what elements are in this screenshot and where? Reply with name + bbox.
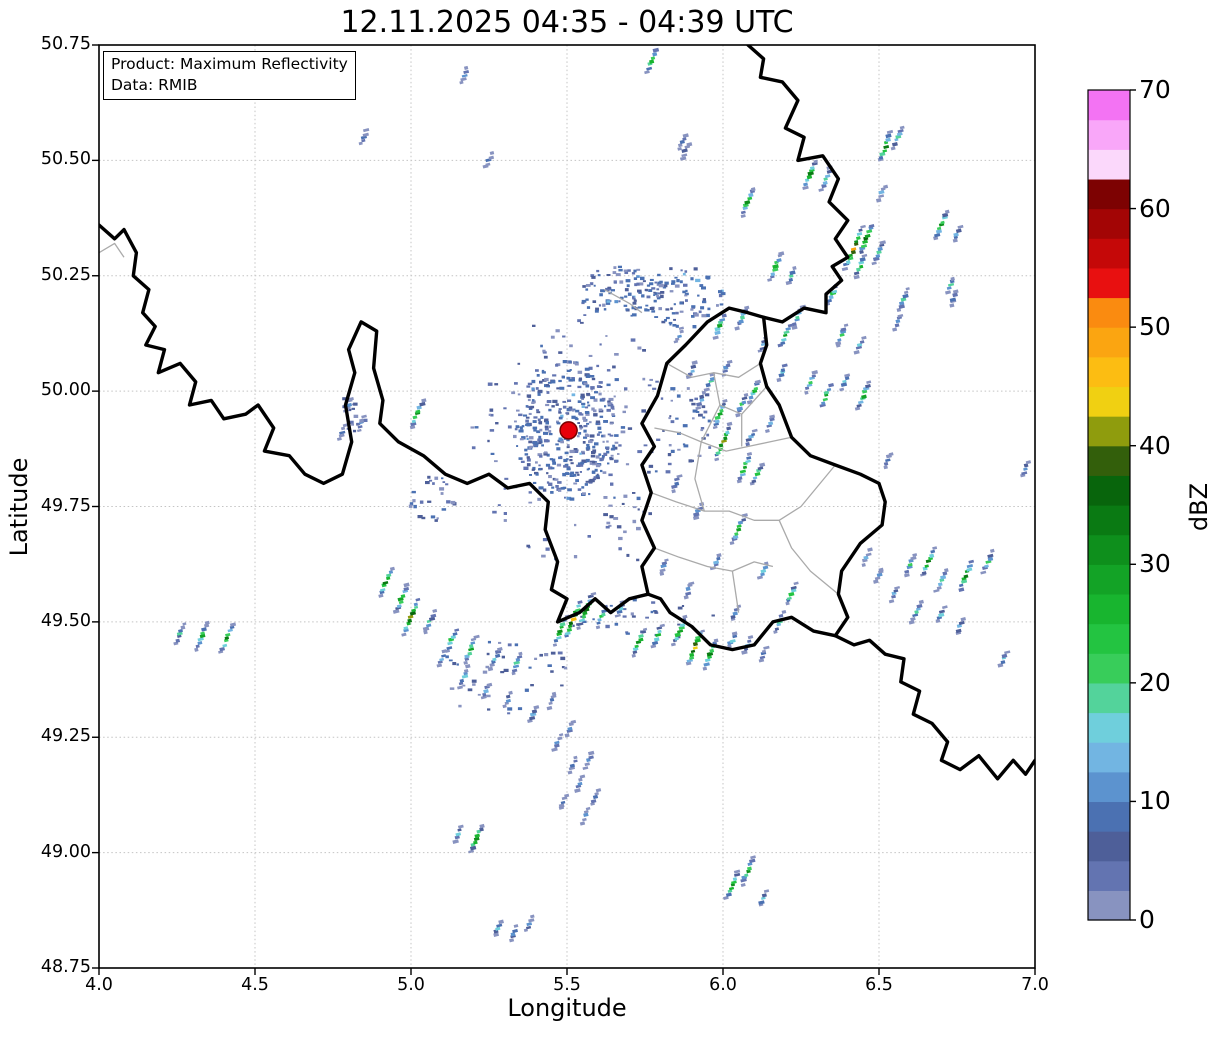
axis-ticks <box>92 45 1035 975</box>
product-line: Product: Maximum Reflectivity <box>111 54 348 75</box>
colorbar-tick-label: 20 <box>1139 668 1209 697</box>
y-tick-label: 49.25 <box>28 726 91 746</box>
x-tick-label: 5.5 <box>535 975 599 995</box>
x-tick-label: 4.0 <box>67 975 131 995</box>
colorbar-label: dBZ <box>1185 452 1215 562</box>
radar-map-plot <box>0 0 1219 1040</box>
product-annotation-box: Product: Maximum Reflectivity Data: RMIB <box>103 51 356 100</box>
colorbar-tick-label: 60 <box>1139 194 1209 223</box>
y-tick-label: 50.50 <box>28 149 91 169</box>
radar-site-marker <box>560 422 577 439</box>
data-source-line: Data: RMIB <box>111 75 348 96</box>
gridlines <box>99 45 1035 968</box>
colorbar-tick-label: 30 <box>1139 549 1209 578</box>
colorbar-tick-label: 40 <box>1139 431 1209 460</box>
x-tick-label: 5.0 <box>379 975 443 995</box>
figure-title: 12.11.2025 04:35 - 04:39 UTC <box>99 5 1035 40</box>
y-tick-label: 50.25 <box>28 265 91 285</box>
y-tick-label: 49.50 <box>28 611 91 631</box>
radar-echoes <box>173 48 1031 943</box>
colorbar-tick-label: 10 <box>1139 786 1209 815</box>
y-tick-label: 50.75 <box>28 34 91 54</box>
x-tick-label: 6.0 <box>691 975 755 995</box>
colorbar-tick-label: 0 <box>1139 905 1209 934</box>
y-tick-label: 49.00 <box>28 842 91 862</box>
y-tick-label: 49.75 <box>28 496 91 516</box>
colorbar-tick-label: 50 <box>1139 312 1209 341</box>
colorbar-tick-label: 70 <box>1139 75 1209 104</box>
y-tick-label: 48.75 <box>28 957 91 977</box>
x-tick-label: 4.5 <box>223 975 287 995</box>
x-tick-label: 6.5 <box>847 975 911 995</box>
colorbar <box>1088 90 1136 921</box>
x-tick-label: 7.0 <box>1003 975 1067 995</box>
y-tick-label: 50.00 <box>28 380 91 400</box>
x-axis-label: Longitude <box>99 994 1035 1022</box>
